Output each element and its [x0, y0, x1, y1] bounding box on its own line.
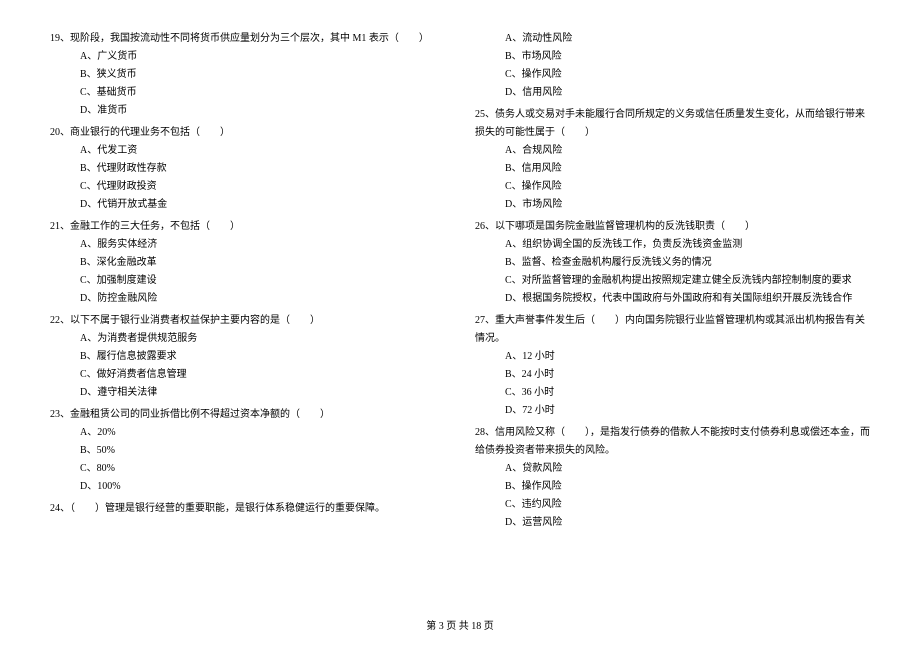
question-26: 26、以下哪项是国务院金融监督管理机构的反洗钱职责（ ） A、组织协调全国的反洗…: [475, 218, 870, 308]
question-text: 24、（ ）管理是银行经营的重要职能，是银行体系稳健运行的重要保障。: [50, 500, 445, 518]
question-25: 25、债务人或交易对手未能履行合同所规定的义务或信任质量发生变化，从而给银行带来…: [475, 106, 870, 214]
option-a: A、贷款风险: [475, 460, 870, 478]
option-b: B、深化金融改革: [50, 254, 445, 272]
option-d: D、市场风险: [475, 196, 870, 214]
option-c: C、代理财政投资: [50, 178, 445, 196]
option-d: D、防控金融风险: [50, 290, 445, 308]
option-b: B、履行信息披露要求: [50, 348, 445, 366]
option-a: A、服务实体经济: [50, 236, 445, 254]
option-c: C、加强制度建设: [50, 272, 445, 290]
option-c: C、操作风险: [475, 66, 870, 84]
option-b: B、信用风险: [475, 160, 870, 178]
option-a: A、合规风险: [475, 142, 870, 160]
option-b: B、狭义货币: [50, 66, 445, 84]
option-c: C、对所监督管理的金融机构提出按照规定建立健全反洗钱内部控制制度的要求: [475, 272, 870, 290]
question-20: 20、商业银行的代理业务不包括（ ） A、代发工资 B、代理财政性存款 C、代理…: [50, 124, 445, 214]
question-text: 26、以下哪项是国务院金融监督管理机构的反洗钱职责（ ）: [475, 218, 870, 236]
option-d: D、信用风险: [475, 84, 870, 102]
option-a: A、广义货币: [50, 48, 445, 66]
question-24: 24、（ ）管理是银行经营的重要职能，是银行体系稳健运行的重要保障。: [50, 500, 445, 518]
question-22: 22、以下不属于银行业消费者权益保护主要内容的是（ ） A、为消费者提供规范服务…: [50, 312, 445, 402]
option-b: B、市场风险: [475, 48, 870, 66]
question-text: 28、信用风险又称（ ），是指发行债券的借款人不能按时支付债券利息或偿还本金，而…: [475, 424, 870, 460]
option-b: B、监督、检查金融机构履行反洗钱义务的情况: [475, 254, 870, 272]
option-c: C、做好消费者信息管理: [50, 366, 445, 384]
question-text: 22、以下不属于银行业消费者权益保护主要内容的是（ ）: [50, 312, 445, 330]
option-d: D、代销开放式基金: [50, 196, 445, 214]
question-19: 19、现阶段，我国按流动性不同将货币供应量划分为三个层次，其中 M1 表示（ ）…: [50, 30, 445, 120]
option-b: B、操作风险: [475, 478, 870, 496]
question-24-options: A、流动性风险 B、市场风险 C、操作风险 D、信用风险: [475, 30, 870, 102]
page-footer: 第 3 页 共 18 页: [0, 618, 920, 636]
option-b: B、24 小时: [475, 366, 870, 384]
question-text: 23、金融租赁公司的同业拆借比例不得超过资本净额的（ ）: [50, 406, 445, 424]
option-c: C、违约风险: [475, 496, 870, 514]
option-a: A、代发工资: [50, 142, 445, 160]
option-d: D、72 小时: [475, 402, 870, 420]
option-d: D、准货币: [50, 102, 445, 120]
option-b: B、代理财政性存款: [50, 160, 445, 178]
option-d: D、根据国务院授权，代表中国政府与外国政府和有关国际组织开展反洗钱合作: [475, 290, 870, 308]
question-text: 19、现阶段，我国按流动性不同将货币供应量划分为三个层次，其中 M1 表示（ ）: [50, 30, 445, 48]
option-d: D、运营风险: [475, 514, 870, 532]
option-a: A、流动性风险: [475, 30, 870, 48]
question-21: 21、金融工作的三大任务，不包括（ ） A、服务实体经济 B、深化金融改革 C、…: [50, 218, 445, 308]
option-a: A、20%: [50, 424, 445, 442]
exam-page: 19、现阶段，我国按流动性不同将货币供应量划分为三个层次，其中 M1 表示（ ）…: [0, 0, 920, 536]
question-23: 23、金融租赁公司的同业拆借比例不得超过资本净额的（ ） A、20% B、50%…: [50, 406, 445, 496]
option-c: C、操作风险: [475, 178, 870, 196]
option-c: C、基础货币: [50, 84, 445, 102]
option-a: A、为消费者提供规范服务: [50, 330, 445, 348]
question-text: 27、重大声誉事件发生后（ ）内向国务院银行业监督管理机构或其派出机构报告有关情…: [475, 312, 870, 348]
question-28: 28、信用风险又称（ ），是指发行债券的借款人不能按时支付债券利息或偿还本金，而…: [475, 424, 870, 532]
left-column: 19、现阶段，我国按流动性不同将货币供应量划分为三个层次，其中 M1 表示（ ）…: [50, 30, 445, 536]
option-d: D、100%: [50, 478, 445, 496]
option-a: A、组织协调全国的反洗钱工作，负责反洗钱资金监测: [475, 236, 870, 254]
right-column: A、流动性风险 B、市场风险 C、操作风险 D、信用风险 25、债务人或交易对手…: [475, 30, 870, 536]
option-c: C、80%: [50, 460, 445, 478]
option-c: C、36 小时: [475, 384, 870, 402]
option-d: D、遵守相关法律: [50, 384, 445, 402]
question-text: 25、债务人或交易对手未能履行合同所规定的义务或信任质量发生变化，从而给银行带来…: [475, 106, 870, 142]
option-b: B、50%: [50, 442, 445, 460]
option-a: A、12 小时: [475, 348, 870, 366]
question-27: 27、重大声誉事件发生后（ ）内向国务院银行业监督管理机构或其派出机构报告有关情…: [475, 312, 870, 420]
question-text: 21、金融工作的三大任务，不包括（ ）: [50, 218, 445, 236]
question-text: 20、商业银行的代理业务不包括（ ）: [50, 124, 445, 142]
